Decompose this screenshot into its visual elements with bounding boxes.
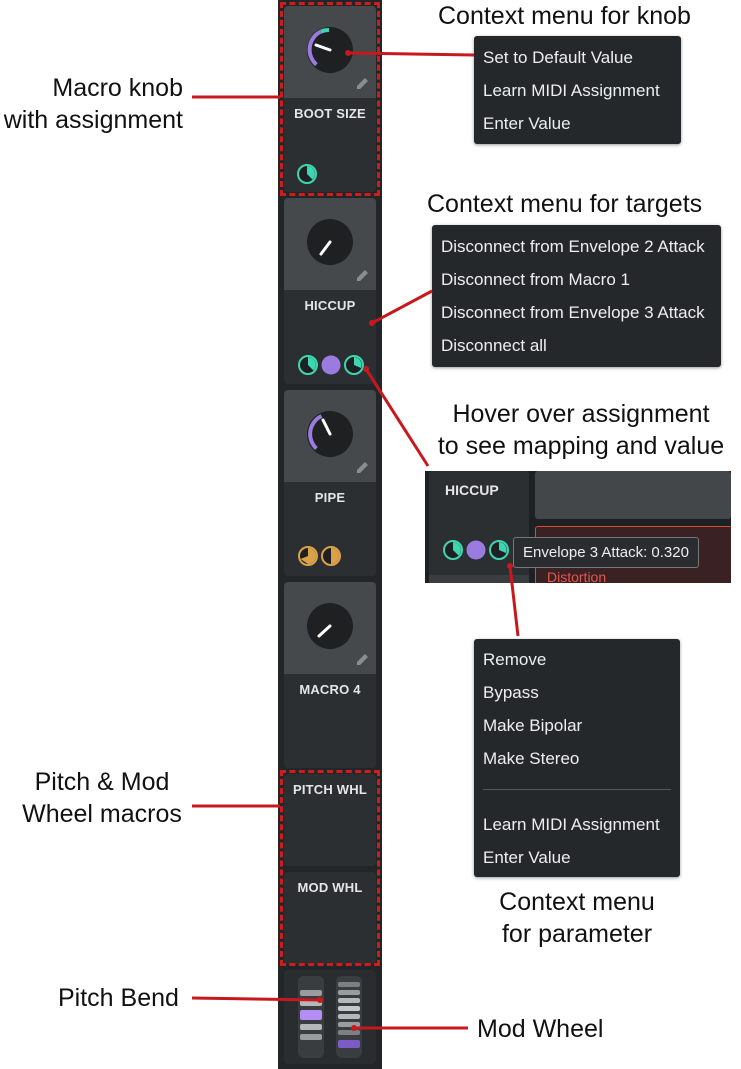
annotation-pointers <box>191 50 520 1031</box>
